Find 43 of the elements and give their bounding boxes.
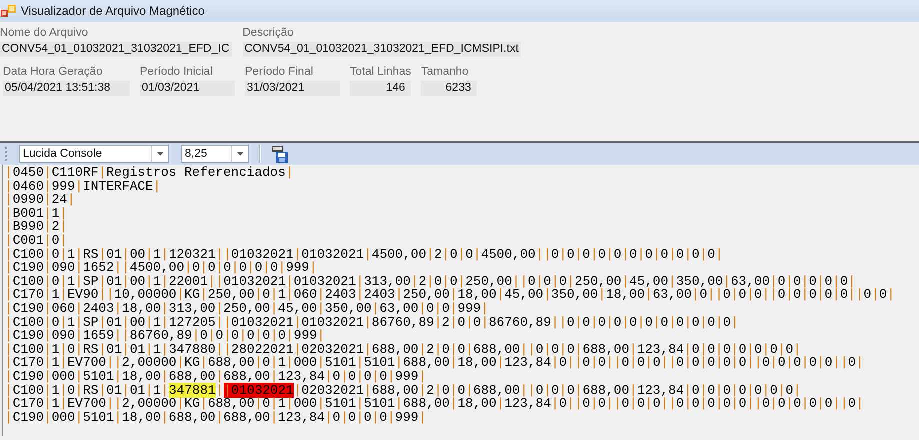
file-line: |C190|090|1659||86760,89|0|0|0|0|0|0|999| <box>5 329 326 343</box>
field-label: Período Inicial <box>140 66 214 78</box>
file-line: |0460|999|INTERFACE| <box>5 180 162 194</box>
file-line: |C100|0|1|SP|01|00|1|127205||01032021|01032021|86760,89|2|0|0|86760,89||0|0|0|0|0|0|0|0|0|0|0| <box>5 316 739 330</box>
field-label: Total Linhas <box>350 66 412 78</box>
text-field[interactable]: 146 <box>350 81 412 96</box>
text-field[interactable]: CONV54_01_01032021_31032021_EFD_ICMSIPI.txt <box>242 42 521 57</box>
size-combo[interactable]: 8,25 <box>181 145 249 163</box>
file-line: |C100|0|1|RS|01|00|1|120321||01032021|01032021|4500,00|2|0|0|4500,00||0|0|0|0|0|0|0|0|0|0|0| <box>5 248 724 262</box>
save-button[interactable] <box>271 145 289 163</box>
file-line: |0990|24| <box>5 193 76 207</box>
file-line: |C190|090|1652||4500,00|0|0|0|0|0|0|999| <box>5 261 318 275</box>
file-line: |0450|C110RF|Registros Referenciados| <box>5 166 294 180</box>
field-label: Descrição <box>242 27 295 39</box>
file-line: |C190|000|5101|18,00|688,00|688,00|123,84|0|0|0|0|999| <box>5 410 427 424</box>
file-line: |C170|1|EV700||2,00000|KG|688,00|0|1|000|5101|5101|688,00|18,00|123,84|0||0|0||0|0|0||0|0|0|0|0||0|0|0|0|0||0| <box>5 356 864 370</box>
highlighted-text: |01032021 <box>224 382 294 398</box>
caret-icon <box>236 152 244 156</box>
field-label: Tamanho <box>421 66 470 78</box>
file-line: |C190|060|2403|18,00|313,00|250,00|45,00|350,00|63,00|0|0|999| <box>5 302 489 316</box>
file-line: |B990|2| <box>5 220 68 234</box>
file-line: |C170|1|EV90||10,00000|KG|250,00|0|1|060|2403|2403|250,00|18,00|45,00|350,00|18,00|63,00|0||0|0|0||0|0|0|0|0||0|0| <box>5 288 895 302</box>
text-field[interactable]: CONV54_01_01032021_31032021_EFD_IC <box>0 42 232 57</box>
file-line: |C001|0| <box>5 234 68 248</box>
app-icon <box>1 4 17 18</box>
file-line: |C170|1|EV700||2,00000|KG|688,00|0|1|000|5101|5101|688,00|18,00|123,84|0||0|0||0|0|0||0|0|0|0|0||0|0|0|0|0||0| <box>5 397 864 411</box>
field-label: Nome do Arquivo <box>0 27 90 39</box>
field-label: Período Final <box>245 66 314 78</box>
text-field[interactable]: 31/03/2021 <box>245 81 340 96</box>
save-icon <box>272 146 288 162</box>
text-field[interactable]: 6233 <box>421 81 478 96</box>
field-label: Data Hora Geração <box>3 66 104 78</box>
file-line: |C100|1|0|RS|01|01|1|347881||01032021|02032021|688,00|2|0|0|688,00||0|0|0|688,00|123,84|0|0|0|0|0|0|0| <box>5 384 802 398</box>
text-field[interactable]: 01/03/2021 <box>140 81 235 96</box>
file-line: |C190|000|5101|18,00|688,00|688,00|123,84|0|0|0|0|999| <box>5 370 427 384</box>
file-line: |C100|1|0|RS|01|01|1|347880||28022021|02032021|688,00|2|0|0|688,00||0|0|0|688,00|123,84|0|0|0|0|0|0|0| <box>5 342 802 356</box>
caret-icon <box>156 152 164 156</box>
file-line: |C100|0|1|SP|01|00|1|22001||01032021|01032021|313,00|2|0|0|250,00||0|0|0|250,00|45,00|350,00|63,00|0|0|0|0|0| <box>5 274 856 288</box>
font-combo[interactable]: Lucida Console <box>19 145 169 163</box>
window-title: Visualizador de Arquivo Magnético <box>21 4 205 18</box>
text-field[interactable]: 05/04/2021 13:51:38 <box>3 81 130 96</box>
file-line: |B001|1| <box>5 206 68 220</box>
highlighted-text: 347881 <box>168 382 216 398</box>
